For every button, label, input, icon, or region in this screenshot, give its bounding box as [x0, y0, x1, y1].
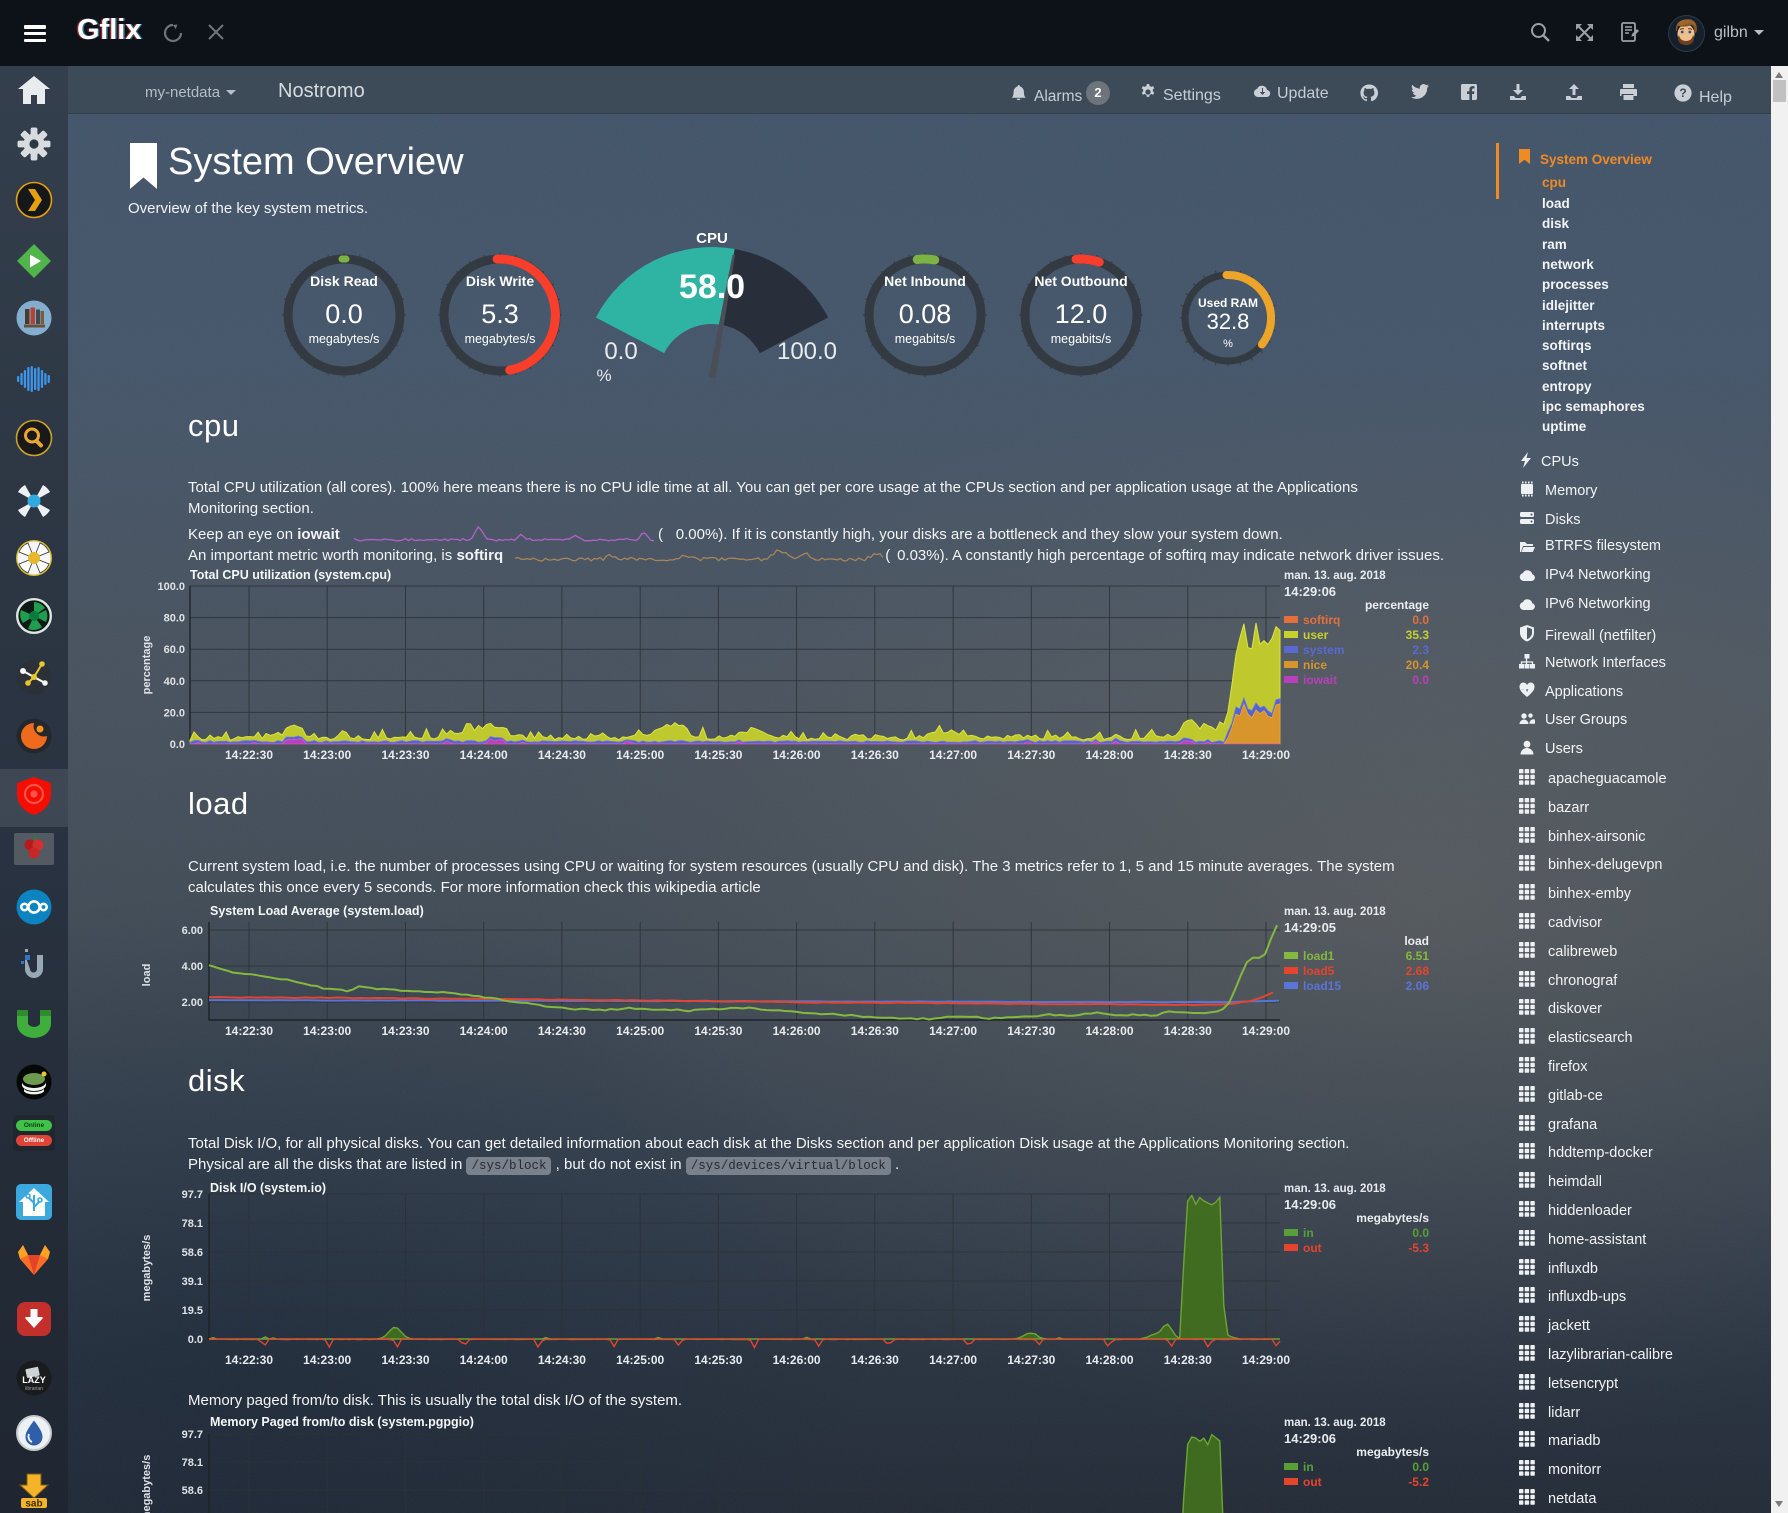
- svg-text:14:28:00: 14:28:00: [1085, 1353, 1133, 1367]
- svg-text:14:27:30: 14:27:30: [1007, 1353, 1055, 1367]
- svg-text:14:28:00: 14:28:00: [1085, 748, 1133, 762]
- svg-text:14:24:30: 14:24:30: [538, 748, 586, 762]
- svg-text:LAZY: LAZY: [22, 1375, 46, 1385]
- svg-text:14:28:30: 14:28:30: [1164, 1024, 1212, 1038]
- svg-text:14:23:00: 14:23:00: [303, 1353, 351, 1367]
- svg-text:58.6: 58.6: [182, 1247, 203, 1259]
- svg-text:2.00: 2.00: [182, 997, 203, 1009]
- svg-text:0.0: 0.0: [170, 739, 185, 751]
- svg-text:14:25:00: 14:25:00: [616, 1024, 664, 1038]
- svg-text:14:26:00: 14:26:00: [773, 1024, 821, 1038]
- svg-text:14:23:00: 14:23:00: [303, 1024, 351, 1038]
- svg-text:80.0: 80.0: [164, 613, 185, 625]
- svg-text:14:24:00: 14:24:00: [460, 748, 508, 762]
- svg-text:14:24:00: 14:24:00: [460, 1024, 508, 1038]
- svg-text:14:29:00: 14:29:00: [1242, 748, 1290, 762]
- svg-text:sab: sab: [25, 1499, 42, 1510]
- svg-text:60.0: 60.0: [164, 644, 185, 656]
- svg-text:14:28:00: 14:28:00: [1085, 1024, 1133, 1038]
- svg-text:97.7: 97.7: [182, 1429, 203, 1441]
- svg-text:megabytes/s: megabytes/s: [141, 1455, 153, 1513]
- svg-text:40.0: 40.0: [164, 676, 185, 688]
- svg-text:6.00: 6.00: [182, 925, 203, 937]
- svg-text:14:25:30: 14:25:30: [694, 1353, 742, 1367]
- svg-text:14:26:30: 14:26:30: [851, 1024, 899, 1038]
- svg-text:39.1: 39.1: [182, 1276, 203, 1288]
- svg-text:14:27:00: 14:27:00: [929, 748, 977, 762]
- svg-text:14:24:30: 14:24:30: [538, 1353, 586, 1367]
- svg-text:14:23:30: 14:23:30: [381, 1024, 429, 1038]
- svg-text:14:28:30: 14:28:30: [1164, 748, 1212, 762]
- svg-text:percentage: percentage: [141, 636, 153, 695]
- svg-text:14:27:00: 14:27:00: [929, 1024, 977, 1038]
- svg-text:19.5: 19.5: [182, 1305, 203, 1317]
- svg-text:14:27:00: 14:27:00: [929, 1353, 977, 1367]
- svg-text:78.1: 78.1: [182, 1218, 203, 1230]
- svg-text:14:25:00: 14:25:00: [616, 1353, 664, 1367]
- svg-text:14:25:30: 14:25:30: [694, 748, 742, 762]
- svg-text:14:29:00: 14:29:00: [1242, 1024, 1290, 1038]
- svg-text:14:28:30: 14:28:30: [1164, 1353, 1212, 1367]
- svg-text:20.0: 20.0: [164, 707, 185, 719]
- svg-text:load: load: [141, 964, 153, 987]
- svg-text:14:27:30: 14:27:30: [1007, 1024, 1055, 1038]
- svg-text:100.0: 100.0: [157, 581, 185, 593]
- svg-text:megabytes/s: megabytes/s: [141, 1235, 153, 1302]
- svg-text:14:29:00: 14:29:00: [1242, 1353, 1290, 1367]
- svg-text:58.6: 58.6: [182, 1485, 203, 1497]
- svg-text:14:26:00: 14:26:00: [773, 1353, 821, 1367]
- svg-text:14:23:00: 14:23:00: [303, 748, 351, 762]
- svg-text:14:25:00: 14:25:00: [616, 748, 664, 762]
- svg-text:14:25:30: 14:25:30: [694, 1024, 742, 1038]
- svg-text:14:24:00: 14:24:00: [460, 1353, 508, 1367]
- svg-text:14:23:30: 14:23:30: [381, 748, 429, 762]
- svg-text:14:26:30: 14:26:30: [851, 748, 899, 762]
- svg-text:97.7: 97.7: [182, 1189, 203, 1201]
- svg-text:14:22:30: 14:22:30: [225, 1353, 273, 1367]
- svg-text:?: ?: [1679, 86, 1686, 100]
- svg-text:14:26:00: 14:26:00: [773, 748, 821, 762]
- svg-text:0.0: 0.0: [188, 1334, 203, 1346]
- svg-text:78.1: 78.1: [182, 1457, 203, 1469]
- svg-text:librarian: librarian: [25, 1386, 43, 1392]
- svg-text:14:22:30: 14:22:30: [225, 1024, 273, 1038]
- svg-text:4.00: 4.00: [182, 961, 203, 973]
- svg-text:14:22:30: 14:22:30: [225, 748, 273, 762]
- svg-text:14:26:30: 14:26:30: [851, 1353, 899, 1367]
- svg-text:14:24:30: 14:24:30: [538, 1024, 586, 1038]
- svg-text:14:23:30: 14:23:30: [381, 1353, 429, 1367]
- svg-text:14:27:30: 14:27:30: [1007, 748, 1055, 762]
